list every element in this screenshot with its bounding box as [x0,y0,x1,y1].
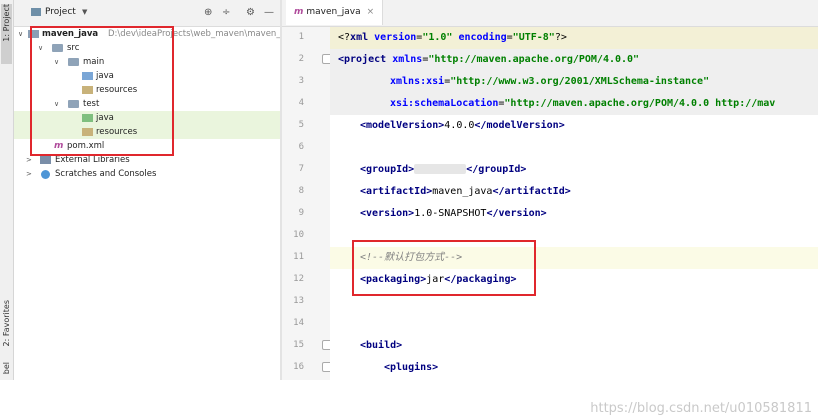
code-line-5: <modelVersion>4.0.0</modelVersion> [360,120,565,131]
line-number: 6 [298,142,304,152]
line-number: 2 [298,54,304,64]
code-line-8: <artifactId>maven_java</artifactId> [360,186,571,197]
line-number: 4 [298,98,304,108]
tree-item-scratches[interactable]: > Scratches and Consoles [14,167,280,181]
gear-icon[interactable]: ⚙ [246,7,255,18]
editor-tab-pom[interactable]: m maven_java × [286,0,384,25]
line-number: 1 [298,32,304,42]
code-line-1: <?xml version="1.0" encoding="UTF-8"?> [330,27,818,49]
line-number: 11 [293,252,304,262]
chevron-down-icon[interactable]: ∨ [18,27,23,41]
project-tool-tab[interactable]: 1: Project [1,4,12,64]
code-line-2: <project xmlns="http://maven.apache.org/… [330,49,818,71]
chevron-right-icon[interactable]: > [26,167,32,181]
chevron-down-icon[interactable]: ▼ [82,8,87,16]
code-line-15: <build> [360,340,403,351]
tree-item-label: Scratches and Consoles [55,169,157,179]
project-panel-title[interactable]: Project [45,7,76,17]
line-number: 10 [293,230,304,240]
code-line-7: <groupId> </groupId> [360,164,527,175]
libraries-icon [40,156,51,164]
tool-window-strip: 1: Project 2: Favorites bel [0,0,14,380]
annotation-box-tree [30,26,174,156]
line-number: 9 [298,208,304,218]
line-number: 7 [298,164,304,174]
code-editor[interactable]: <?xml version="1.0" encoding="UTF-8"?> <… [330,27,818,380]
line-number: 15 [293,340,304,350]
favorites-tool-tab[interactable]: 2: Favorites [1,300,12,358]
project-panel-header: Project ▼ ⊕ ÷ ⚙ — [14,0,280,27]
line-number: 14 [293,318,304,328]
scratches-icon [41,170,50,179]
tab-label: maven_java [306,7,361,17]
line-number: 3 [298,76,304,86]
code-line-4: xsi:schemaLocation="http://maven.apache.… [330,93,818,115]
line-number: 13 [293,296,304,306]
project-view-icon [31,8,41,16]
redacted-value [414,164,467,174]
hide-panel-icon[interactable]: — [264,7,274,18]
line-number: 8 [298,186,304,196]
code-line-3: xmlns:xsi="http://www.w3.org/2001/XMLSch… [330,71,818,93]
close-icon[interactable]: × [367,7,375,17]
maven-file-icon: m [294,7,304,17]
editor-tab-bar: m maven_java × [282,0,818,27]
collapse-all-icon[interactable]: ÷ [222,7,230,18]
line-number: 12 [293,274,304,284]
locate-icon[interactable]: ⊕ [204,7,212,18]
watermark: https://blog.csdn.net/u010581811 [590,401,812,416]
annotation-box-packaging [352,240,536,296]
code-line-9: <version>1.0-SNAPSHOT</version> [360,208,547,219]
structure-tool-tab[interactable]: bel [1,362,12,380]
code-line-16: <plugins> [384,362,439,373]
line-number: 16 [293,362,304,372]
line-number: 5 [298,120,304,130]
